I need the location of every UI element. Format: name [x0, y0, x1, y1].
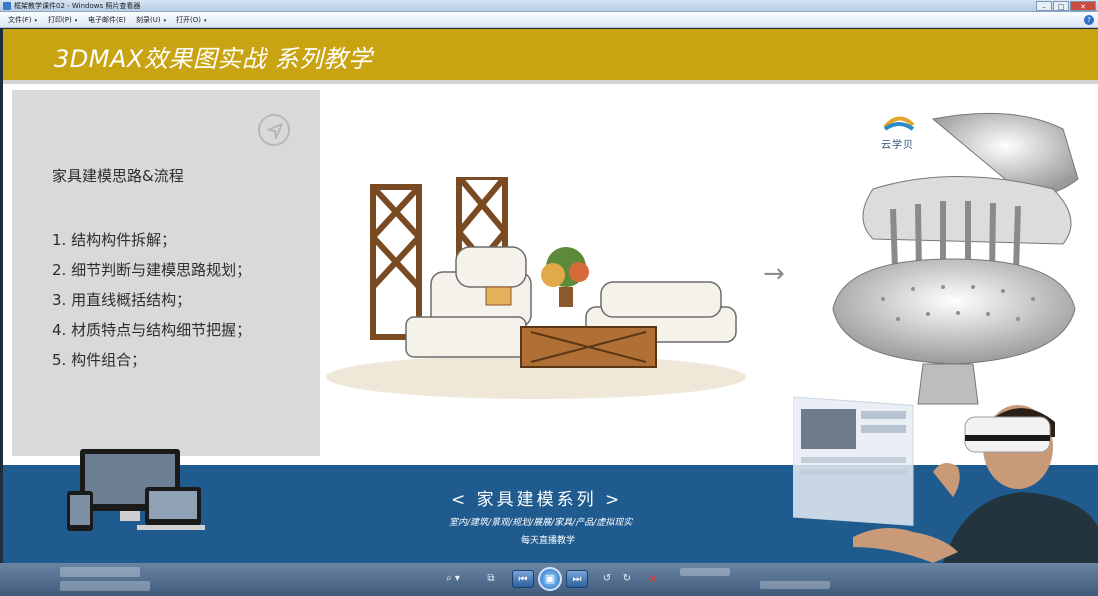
navigation-arrow-icon: [258, 114, 290, 146]
minimize-button[interactable]: –: [1036, 1, 1052, 11]
menu-bar: 文件(F) ▾ 打印(P) ▾ 电子邮件(E) 刻录(U) ▾ 打开(O) ▾ ?: [0, 12, 1098, 28]
list-item: 2. 细节判断与建模思路规划；: [52, 261, 252, 279]
menu-email-label: 电子邮件(E): [88, 16, 126, 24]
menu-print[interactable]: 打印(P) ▾: [48, 12, 77, 29]
furniture-sketch-illustration: [326, 177, 746, 399]
devices-illustration: [67, 449, 205, 531]
blurred-thumbnail-strip: [60, 581, 150, 591]
menu-open-label: 打开(O): [176, 16, 201, 24]
chevron-down-icon: ▾: [34, 18, 38, 24]
menu-file[interactable]: 文件(F) ▾: [8, 12, 37, 29]
zoom-icon[interactable]: ⌕ ▾: [438, 570, 468, 588]
arrow-right-icon: →: [763, 259, 785, 289]
slide-title: 3DMAX效果图实战 系列教学: [54, 45, 373, 73]
content-panel: 家具建模思路&流程 1. 结构构件拆解； 2. 细节判断与建模思路规划； 3. …: [12, 90, 320, 456]
blurred-thumbnail-strip: [680, 568, 730, 576]
chevron-down-icon: ▾: [74, 18, 78, 24]
menu-burn-label: 刻录(U): [136, 16, 161, 24]
header-divider: [3, 80, 1098, 84]
list-item: 5. 构件组合；: [52, 351, 147, 369]
previous-button[interactable]: ⏮: [512, 570, 534, 588]
next-button[interactable]: ⏭: [566, 570, 588, 588]
brand-logo-text: 云学贝: [881, 140, 914, 151]
vr-user-illustration: [793, 396, 1098, 563]
chevron-down-icon: ▾: [163, 18, 167, 24]
help-icon[interactable]: ?: [1084, 15, 1094, 25]
menu-file-label: 文件(F): [8, 16, 32, 24]
rotate-cw-icon[interactable]: ↻: [618, 570, 636, 588]
menu-open[interactable]: 打开(O) ▾: [176, 12, 207, 29]
viewer-toolbar: ⌕ ▾ ⧉ ⏮ ▣ ⏭ ↺ ↻ ✕: [0, 563, 1098, 596]
blurred-thumbnail-strip: [760, 581, 830, 589]
brand-logo: 云学贝: [873, 115, 923, 155]
chevron-down-icon: ▾: [203, 18, 207, 24]
slideshow-button[interactable]: ▣: [538, 567, 562, 591]
menu-burn[interactable]: 刻录(U) ▾: [136, 12, 166, 29]
rotate-ccw-icon[interactable]: ↺: [598, 570, 616, 588]
fit-window-icon[interactable]: ⧉: [482, 570, 500, 588]
maximize-button[interactable]: □: [1053, 1, 1069, 11]
blurred-thumbnail-strip: [60, 567, 140, 577]
playback-controls: ⌕ ▾ ⧉ ⏮ ▣ ⏭ ↺ ↻ ✕: [438, 567, 668, 592]
menu-email[interactable]: 电子邮件(E): [88, 12, 126, 28]
panel-heading: 家具建模思路&流程: [52, 167, 184, 185]
slide-header-band: 3DMAX效果图实战 系列教学: [3, 29, 1098, 80]
series-title: < 家具建模系列 >: [451, 490, 623, 510]
brand-logo-mark: [883, 116, 915, 131]
list-item: 4. 材质特点与结构细节把握；: [52, 321, 252, 339]
series-schedule: 每天直播教学: [521, 536, 576, 546]
list-item: 3. 用直线概括结构；: [52, 291, 192, 309]
steps-list: 1. 结构构件拆解； 2. 细节判断与建模思路规划； 3. 用直线概括结构； 4…: [52, 225, 251, 375]
menu-print-label: 打印(P): [48, 16, 72, 24]
list-item: 1. 结构构件拆解；: [52, 231, 177, 249]
photo-viewer-icon: [3, 2, 11, 10]
delete-icon[interactable]: ✕: [644, 570, 662, 588]
window-title-bar: 框架教学课件02 - Windows 照片查看器 – □ ✕: [0, 0, 1098, 12]
window-title: 框架教学课件02 - Windows 照片查看器: [14, 2, 141, 10]
close-button[interactable]: ✕: [1070, 1, 1096, 11]
series-categories: 室内/建筑/景观/规划/展展/家具/产品/虚拟现实: [449, 518, 633, 528]
chair-render-image: [832, 112, 1079, 405]
slide-image: 3DMAX效果图实战 系列教学 家具建模思路&流程 1. 结构构件拆解； 2. …: [3, 29, 1098, 563]
